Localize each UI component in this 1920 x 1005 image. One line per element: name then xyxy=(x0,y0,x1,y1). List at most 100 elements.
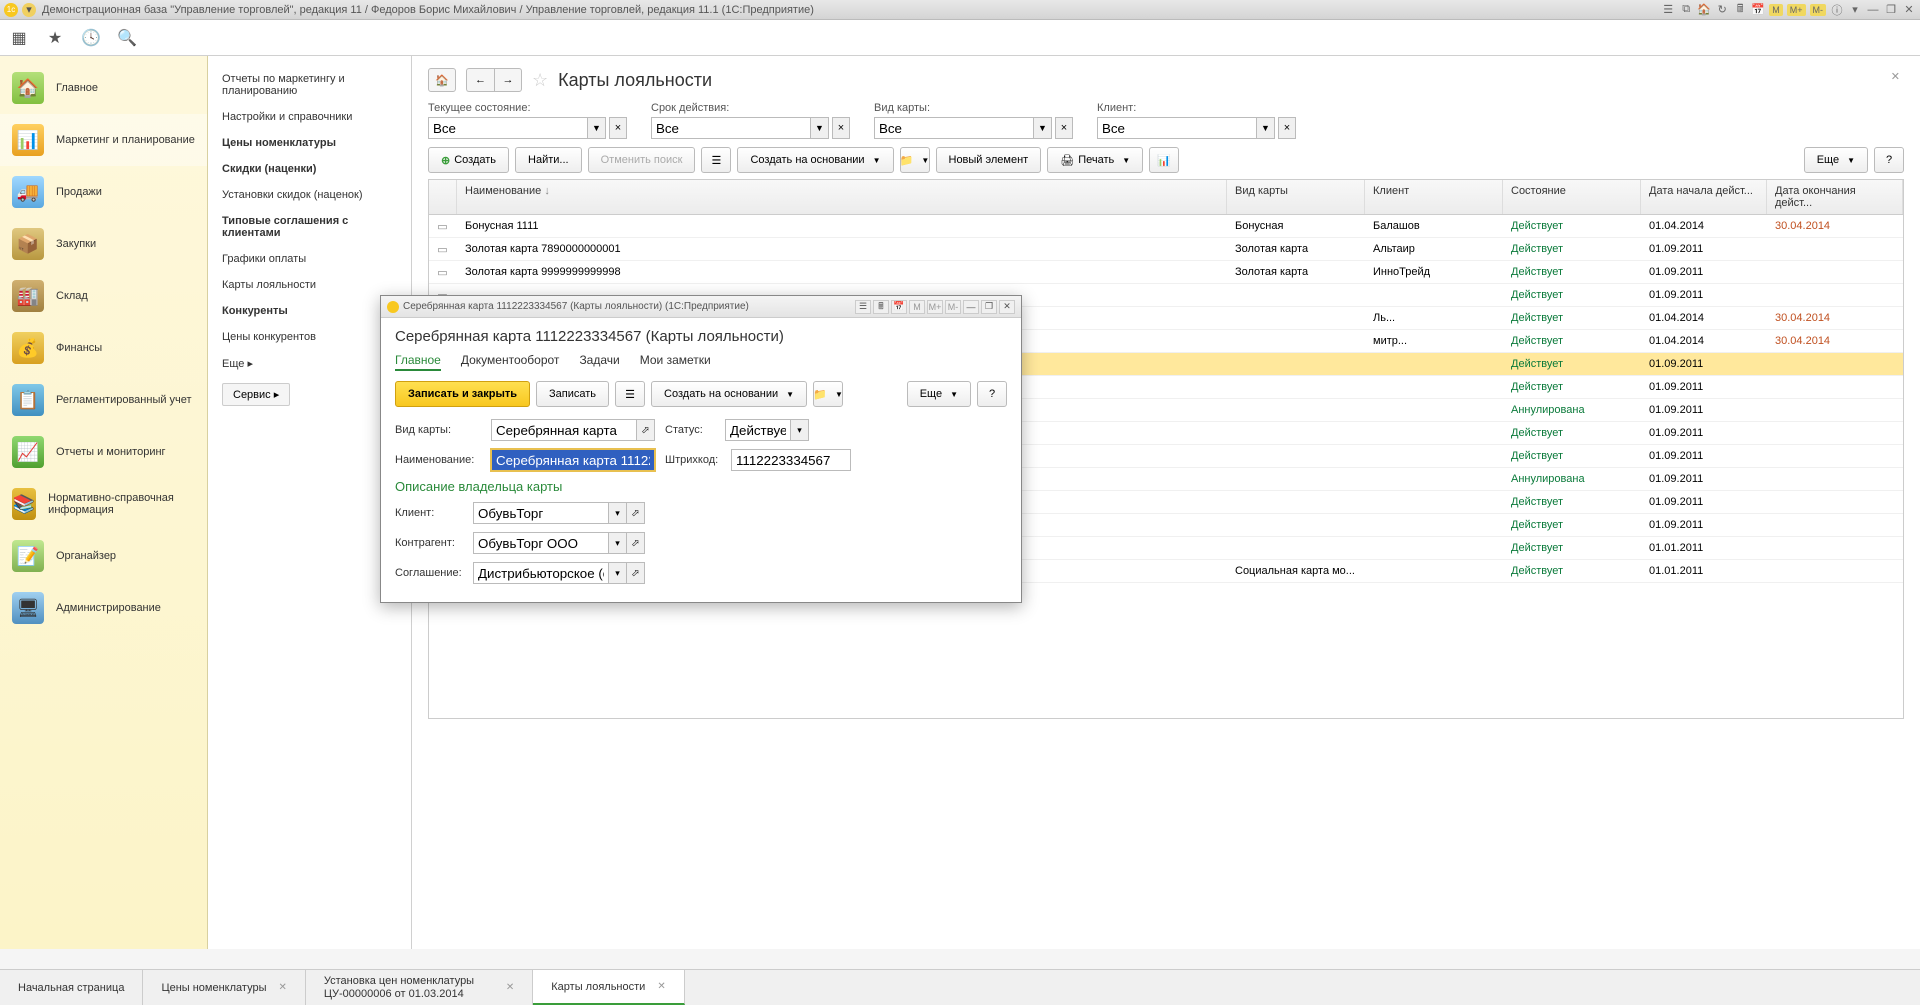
modal-maximize-icon[interactable]: ❐ xyxy=(981,300,997,314)
open-icon[interactable]: ⬀ xyxy=(627,562,645,584)
table-row[interactable]: ▭Золотая карта 7890000000001Золотая карт… xyxy=(429,238,1903,261)
nav-admin[interactable]: 🖥Администрирование xyxy=(0,582,207,634)
memory-m[interactable]: M xyxy=(1769,4,1783,16)
clear-icon[interactable]: × xyxy=(1278,117,1296,139)
cardtype-input[interactable] xyxy=(491,419,637,441)
filter-period-input[interactable] xyxy=(651,117,811,139)
th-end[interactable]: Дата окончания дейст... xyxy=(1767,180,1903,214)
modal-more-button[interactable]: Еще▼ xyxy=(907,381,971,407)
dropdown-icon[interactable]: ▼ xyxy=(1034,117,1052,139)
modal-tb-icon1[interactable]: ☰ xyxy=(855,300,871,314)
modal-tb-icon2[interactable]: 🖩 xyxy=(873,300,889,314)
more-button[interactable]: Еще▼ xyxy=(1804,147,1868,173)
open-icon[interactable]: ⬀ xyxy=(627,532,645,554)
th-status[interactable]: Состояние xyxy=(1503,180,1641,214)
close-page-icon[interactable]: ✕ xyxy=(1891,70,1900,83)
create-button[interactable]: ⊕Создать xyxy=(428,147,509,173)
memory-mminus[interactable]: M- xyxy=(1810,4,1827,16)
close-tab-icon[interactable]: ✕ xyxy=(278,982,286,993)
cancel-search-button[interactable]: Отменить поиск xyxy=(588,147,696,173)
dropdown-icon[interactable]: ▾ xyxy=(791,419,809,441)
close-tab-icon[interactable]: ✕ xyxy=(657,981,665,992)
apps-icon[interactable]: ▦ xyxy=(10,29,28,47)
btab-loyalty[interactable]: Карты лояльности✕ xyxy=(533,970,684,1005)
filter-cardtype-input[interactable] xyxy=(874,117,1034,139)
tb-icon-3[interactable]: 🏠 xyxy=(1697,3,1711,17)
modal-help-button[interactable]: ? xyxy=(977,381,1007,407)
close-tab-icon[interactable]: ✕ xyxy=(506,982,514,993)
favorite-icon[interactable]: ★ xyxy=(46,29,64,47)
sub-reports[interactable]: Отчеты по маркетингу и планированию xyxy=(208,66,411,104)
open-icon[interactable]: ⬀ xyxy=(637,419,655,441)
forward-button[interactable]: → xyxy=(494,68,522,92)
dd-icon[interactable]: ▾ xyxy=(1848,3,1862,17)
btab-pricesetup[interactable]: Установка цен номенклатуры ЦУ-00000006 о… xyxy=(306,970,533,1005)
clear-icon[interactable]: × xyxy=(1055,117,1073,139)
find-button[interactable]: Найти... xyxy=(515,147,582,173)
th-client[interactable]: Клиент xyxy=(1365,180,1503,214)
sub-discount-setup[interactable]: Установки скидок (наценок) xyxy=(208,182,411,208)
modal-minimize-icon[interactable]: — xyxy=(963,300,979,314)
history-icon[interactable]: 🕓 xyxy=(82,29,100,47)
open-icon[interactable]: ⬀ xyxy=(627,502,645,524)
dropdown-icon[interactable]: ▼ xyxy=(811,117,829,139)
filter-client-input[interactable] xyxy=(1097,117,1257,139)
create-based-button[interactable]: Создать на основании▼ xyxy=(737,147,893,173)
contractor-input[interactable] xyxy=(473,532,609,554)
dropdown-icon[interactable]: ▾ xyxy=(609,532,627,554)
sub-settings[interactable]: Настройки и справочники xyxy=(208,104,411,130)
sub-discounts[interactable]: Скидки (наценки) xyxy=(208,156,411,182)
save-close-button[interactable]: Записать и закрыть xyxy=(395,381,530,407)
modal-folder-button[interactable]: 📁▼ xyxy=(813,381,843,407)
status-input[interactable] xyxy=(725,419,791,441)
table-row[interactable]: ▭Бонусная 1111БонуснаяБалашовДействует01… xyxy=(429,215,1903,238)
tab-docs[interactable]: Документооборот xyxy=(461,353,560,371)
tab-notes[interactable]: Мои заметки xyxy=(640,353,711,371)
sub-agreements[interactable]: Типовые соглашения с клиентами xyxy=(208,208,411,246)
th-start[interactable]: Дата начала дейст... xyxy=(1641,180,1767,214)
info-icon[interactable]: ⓘ xyxy=(1830,3,1844,17)
dropdown-icon[interactable]: ▼ xyxy=(588,117,606,139)
favorite-star-icon[interactable]: ☆ xyxy=(532,70,548,91)
nav-reports[interactable]: 📈Отчеты и мониторинг xyxy=(0,426,207,478)
export-icon-button[interactable]: 📊 xyxy=(1149,147,1179,173)
tb-icon-1[interactable]: ☰ xyxy=(1661,3,1675,17)
modal-memory-mplus[interactable]: M+ xyxy=(927,300,943,314)
nav-purchases[interactable]: 📦Закупки xyxy=(0,218,207,270)
nav-main[interactable]: 🏠Главное xyxy=(0,62,207,114)
nav-marketing[interactable]: 📊Маркетинг и планирование xyxy=(0,114,207,166)
close-icon[interactable]: ✕ xyxy=(1902,3,1916,17)
print-button[interactable]: 🖨Печать▼ xyxy=(1047,147,1143,173)
tab-tasks[interactable]: Задачи xyxy=(579,353,619,371)
nav-sales[interactable]: 🚚Продажи xyxy=(0,166,207,218)
dropdown-icon[interactable]: ▾ xyxy=(22,3,36,17)
maximize-icon[interactable]: ❐ xyxy=(1884,3,1898,17)
folder-icon-button[interactable]: 📁▼ xyxy=(900,147,930,173)
modal-memory-m[interactable]: M xyxy=(909,300,925,314)
clear-icon[interactable]: × xyxy=(609,117,627,139)
filter-state-input[interactable] xyxy=(428,117,588,139)
modal-titlebar[interactable]: Серебрянная карта 1112223334567 (Карты л… xyxy=(381,296,1021,318)
minimize-icon[interactable]: — xyxy=(1866,3,1880,17)
tb-icon-4[interactable]: ↻ xyxy=(1715,3,1729,17)
th-icon[interactable] xyxy=(429,180,457,214)
list-icon-button[interactable]: ☰ xyxy=(615,381,645,407)
nav-accounting[interactable]: 📋Регламентированный учет xyxy=(0,374,207,426)
home-button[interactable]: 🏠 xyxy=(428,68,456,92)
list-icon-button[interactable]: ☰ xyxy=(701,147,731,173)
dropdown-icon[interactable]: ▾ xyxy=(609,562,627,584)
nav-reference[interactable]: 📚Нормативно-справочная информация xyxy=(0,478,207,530)
memory-mplus[interactable]: M+ xyxy=(1787,4,1806,16)
table-row[interactable]: ▭Золотая карта 9999999999998Золотая карт… xyxy=(429,261,1903,284)
sub-service-button[interactable]: Сервис ▸ xyxy=(222,383,290,406)
dropdown-icon[interactable]: ▾ xyxy=(609,502,627,524)
nav-finance[interactable]: 💰Финансы xyxy=(0,322,207,374)
modal-tb-icon3[interactable]: 📅 xyxy=(891,300,907,314)
client-input[interactable] xyxy=(473,502,609,524)
nav-warehouse[interactable]: 🏭Склад xyxy=(0,270,207,322)
clear-icon[interactable]: × xyxy=(832,117,850,139)
th-type[interactable]: Вид карты xyxy=(1227,180,1365,214)
new-element-button[interactable]: Новый элемент xyxy=(936,147,1042,173)
agreement-input[interactable] xyxy=(473,562,609,584)
btab-start[interactable]: Начальная страница xyxy=(0,970,143,1005)
